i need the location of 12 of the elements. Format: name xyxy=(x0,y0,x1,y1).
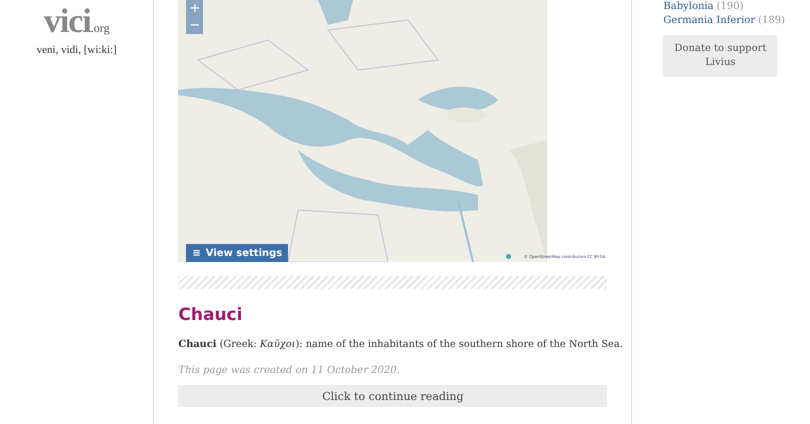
logo-tagline: veni, vidi, [wi:ki:] xyxy=(36,44,117,56)
site-logo[interactable]: vici.org xyxy=(44,8,110,42)
category-count: (189) xyxy=(758,14,785,28)
category-link[interactable]: Babylonia xyxy=(663,0,714,14)
article-lead: Chauci (Greek: Καῦχοι): name of the inhabitants of the southern shore of the North Sea. xyxy=(178,338,623,352)
article-title: Chauci xyxy=(178,305,244,325)
continue-reading-button[interactable]: Click to continue reading xyxy=(178,385,608,407)
creation-note: This page was created on 11 October 2020. xyxy=(178,365,401,376)
view-settings-button[interactable]: ≡ View settings xyxy=(186,244,288,262)
donate-button[interactable]: Donate to support Livius xyxy=(663,35,778,77)
category-link[interactable]: Germania Inferior xyxy=(663,14,756,28)
category-count: (190) xyxy=(716,0,744,14)
